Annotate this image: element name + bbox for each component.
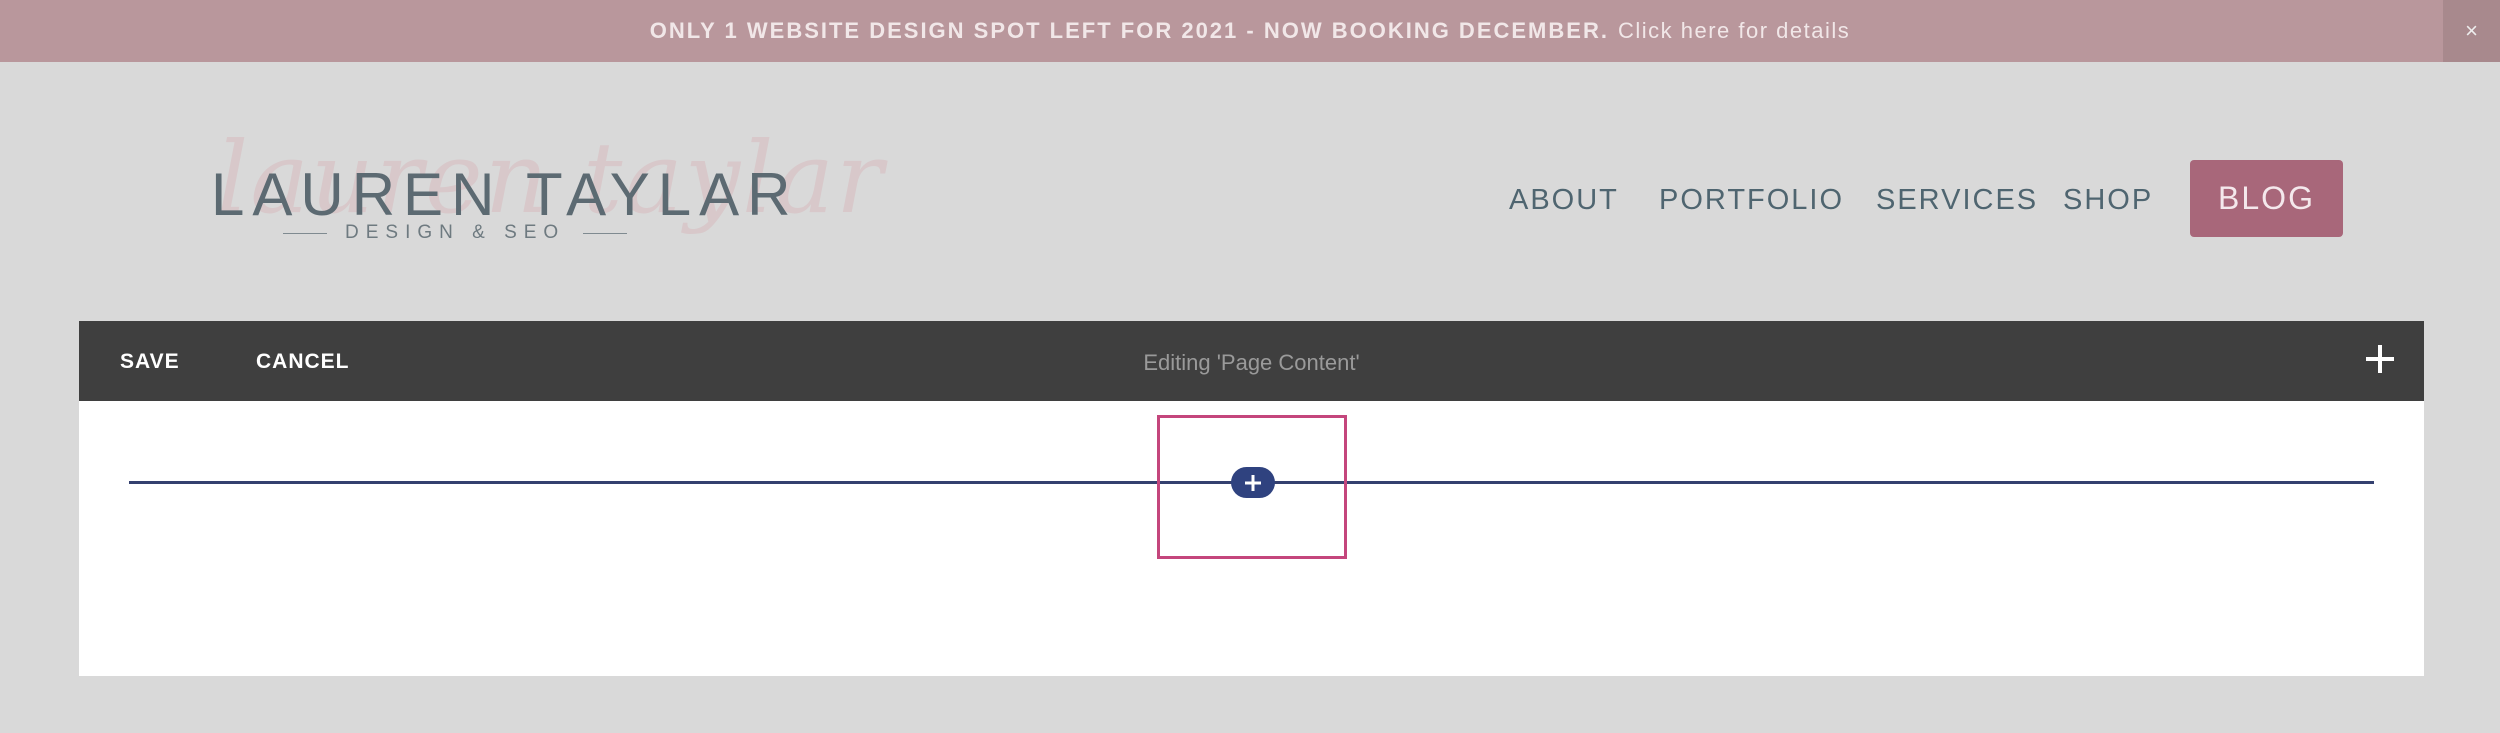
nav-item-services[interactable]: SERVICES: [1876, 184, 2038, 217]
logo-tagline: DESIGN & SEO: [345, 222, 566, 243]
logo-tagline-row: DESIGN & SEO: [283, 222, 628, 244]
announcement-text: ONLY 1 WEBSITE DESIGN SPOT LEFT FOR 2021…: [649, 18, 1609, 43]
editor-title: Editing 'Page Content': [1143, 350, 1360, 375]
plus-icon[interactable]: [2360, 339, 2400, 379]
site-logo[interactable]: lauren taylar LAUREN TAYLAR DESIGN & SEO: [205, 118, 883, 278]
announcement-bar[interactable]: ONLY 1 WEBSITE DESIGN SPOT LEFT FOR 2021…: [0, 0, 2500, 62]
close-icon[interactable]: ×: [2443, 0, 2500, 62]
nav-item-about[interactable]: ABOUT: [1509, 184, 1619, 217]
logo-name: LAUREN TAYLAR: [211, 161, 799, 228]
nav-item-portfolio[interactable]: PORTFOLIO: [1659, 184, 1844, 217]
nav-item-blog[interactable]: BLOG: [2190, 160, 2343, 237]
insert-block-button[interactable]: [1231, 467, 1275, 498]
plus-icon: [1245, 474, 1261, 491]
divider: [283, 232, 327, 234]
editor-toolbar: SAVE CANCEL Editing 'Page Content': [79, 321, 2424, 401]
announcement-link[interactable]: Click here for details: [1618, 18, 1850, 44]
nav-item-shop[interactable]: SHOP: [2063, 184, 2153, 217]
editor-content-area[interactable]: [79, 401, 2424, 676]
divider: [583, 232, 628, 234]
